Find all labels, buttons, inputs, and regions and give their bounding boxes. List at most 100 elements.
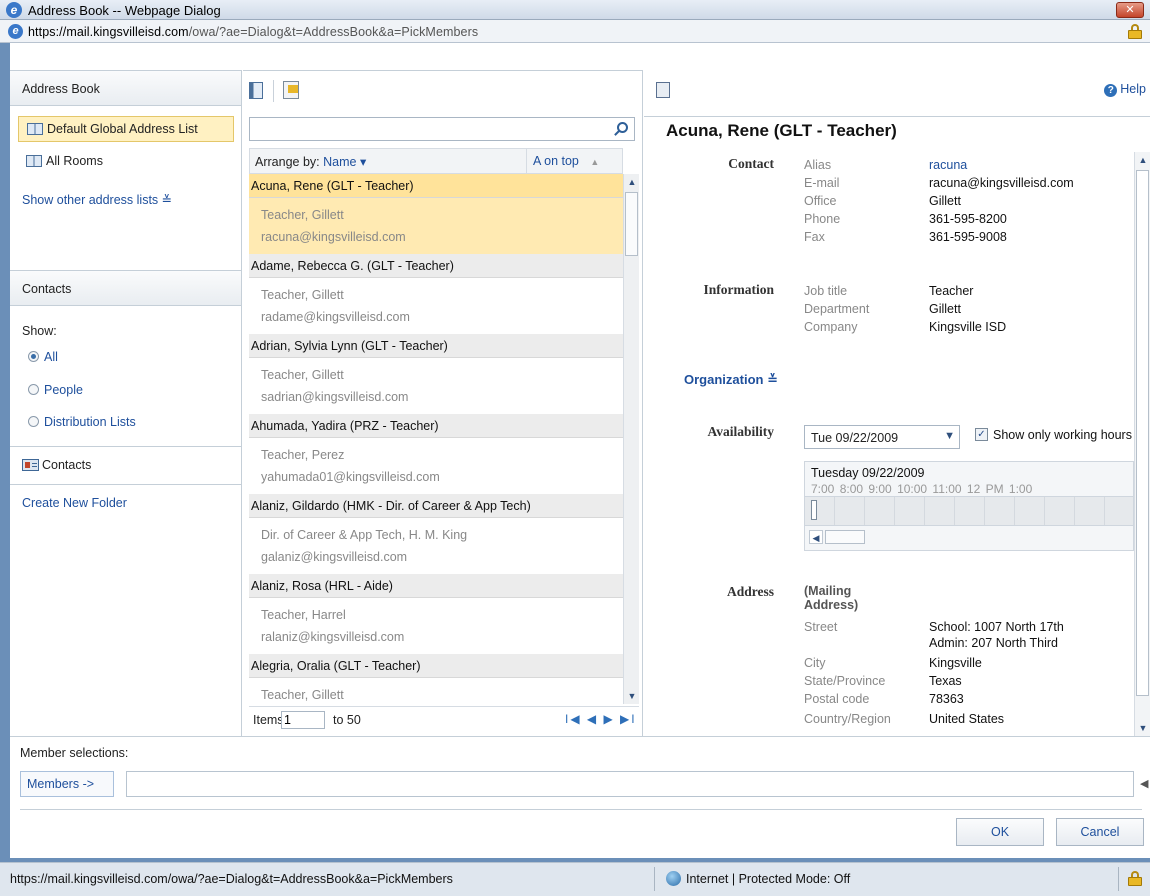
security-lock-icon[interactable] <box>1128 24 1142 39</box>
ie-logo-icon: e <box>6 2 22 18</box>
filter-all-radio[interactable]: All <box>28 350 58 364</box>
time-cursor <box>811 500 817 520</box>
scroll-down-icon[interactable]: ▼ <box>624 688 640 704</box>
cancel-button[interactable]: Cancel <box>1056 818 1144 846</box>
add-to-contacts-icon[interactable] <box>283 81 299 99</box>
members-button[interactable]: Members -> <box>20 771 114 797</box>
url-host: https://mail.kingsvilleisd.com <box>28 25 189 39</box>
availability-date-select[interactable]: Tue 09/22/2009 ▼ <box>804 425 960 449</box>
arrange-by-bar: Arrange by: Name ▾ A on top ▲ <box>249 148 623 174</box>
status-url: https://mail.kingsvilleisd.com/owa/?ae=D… <box>10 872 453 886</box>
entry-email: ralaniz@kingsvilleisd.com <box>261 630 405 644</box>
help-icon: ? <box>1104 84 1118 97</box>
list-item[interactable]: Adrian, Sylvia Lynn (GLT - Teacher) Teac… <box>249 334 623 414</box>
alias-label: Alias <box>804 158 832 172</box>
search-input[interactable] <box>249 117 635 141</box>
alias-value[interactable]: racuna <box>929 158 967 172</box>
list-scrollbar[interactable]: ▲ ▼ <box>623 174 639 704</box>
page-start-input[interactable] <box>281 711 325 729</box>
street-value-1: School: 1007 North 17th <box>929 620 1064 634</box>
availability-section-title: Availability <box>707 424 774 439</box>
entry-details: Teacher, Perez yahumada01@kingsvilleisd.c… <box>249 438 623 494</box>
entry-email: galaniz@kingsvilleisd.com <box>261 550 408 564</box>
divider <box>644 116 1150 117</box>
address-book-icon <box>26 155 42 167</box>
entry-details: Teacher, Gillett radame@kingsvilleisd.com <box>249 278 623 334</box>
list-item[interactable]: Ahumada, Yadira (PRZ - Teacher) Teacher,… <box>249 414 623 494</box>
create-new-folder-link[interactable]: Create New Folder <box>22 496 127 510</box>
filter-people-radio[interactable]: People <box>28 383 83 397</box>
show-other-label: Show other address lists <box>22 193 159 207</box>
pager-navigation-icons[interactable]: I◀ ◀ ▶ ▶I <box>565 712 637 726</box>
contacts-folder[interactable]: Contacts <box>14 453 91 479</box>
list-toolbar <box>243 70 642 116</box>
entry-title: Teacher, Gillett <box>261 368 344 382</box>
office-label: Office <box>804 194 837 208</box>
list-item[interactable]: Adame, Rebecca G. (GLT - Teacher) Teache… <box>249 254 623 334</box>
search-icon[interactable] <box>617 122 628 133</box>
scroll-up-icon[interactable]: ▲ <box>624 174 640 190</box>
scroll-left-icon[interactable]: ◀ <box>809 530 823 544</box>
detail-scrollbar[interactable]: ▲ ▼ <box>1134 152 1150 736</box>
entry-email: yahumada01@kingsvilleisd.com <box>261 470 440 484</box>
sort-order-toggle[interactable]: A on top ▲ <box>526 149 622 173</box>
filter-distribution-lists-radio[interactable]: Distribution Lists <box>28 415 136 429</box>
arrange-by-field-dropdown[interactable]: Name ▾ <box>323 155 366 169</box>
entry-title: Teacher, Harrel <box>261 608 346 622</box>
security-lock-icon[interactable] <box>1128 871 1142 886</box>
state-label: State/Province <box>804 674 886 688</box>
scroll-thumb[interactable] <box>1136 170 1149 696</box>
close-window-button[interactable]: ✕ <box>1116 2 1144 18</box>
member-selection-area: Member selections: Members -> ◀ OK Cance… <box>10 736 1150 858</box>
nav-item-label: All Rooms <box>46 154 103 168</box>
print-icon[interactable] <box>656 82 670 98</box>
fax-value: 361-595-9008 <box>929 230 1007 244</box>
list-item[interactable]: Alaniz, Rosa (HRL - Aide) Teacher, Harre… <box>249 574 623 654</box>
view-details-icon[interactable] <box>249 82 263 99</box>
sort-order-label: A on top <box>533 154 579 168</box>
city-value: Kingsville <box>929 656 982 670</box>
contact-list: Acuna, Rene (GLT - Teacher) Teacher, Gil… <box>249 174 623 704</box>
entry-details: Teacher, Gillett <box>249 678 623 704</box>
email-value: racuna@kingsvilleisd.com <box>929 176 1074 190</box>
contacts-header: Contacts <box>10 270 241 306</box>
information-section-title: Information <box>703 282 775 297</box>
show-other-address-lists-link[interactable]: Show other address lists ≚ <box>22 192 172 207</box>
list-item[interactable]: Acuna, Rene (GLT - Teacher) Teacher, Gil… <box>249 174 623 254</box>
items-to-label: to 50 <box>333 713 361 727</box>
members-input[interactable] <box>126 771 1134 797</box>
nav-all-rooms[interactable]: All Rooms <box>18 149 103 175</box>
entry-title: Teacher, Gillett <box>261 208 344 222</box>
postal-code-label: Postal code <box>804 692 870 706</box>
url-text: https://mail.kingsvilleisd.com/owa/?ae=D… <box>28 25 478 39</box>
entry-title: Teacher, Perez <box>261 448 345 462</box>
scroll-up-icon[interactable]: ▲ <box>1135 152 1150 168</box>
checkbox-checked-icon: ✓ <box>975 428 988 441</box>
scroll-left-icon[interactable]: ◀ <box>1140 777 1148 790</box>
arrange-field-label: Name <box>323 155 357 169</box>
caret-down-icon: ▾ <box>359 155 367 169</box>
radio-label: All <box>44 350 58 364</box>
entry-title: Teacher, Gillett <box>261 688 344 702</box>
list-item[interactable]: Alaniz, Gildardo (HMK - Dir. of Career &… <box>249 494 623 574</box>
organization-expander[interactable]: Organization ≚ <box>684 372 778 388</box>
double-chevron-down-icon: ≚ <box>767 372 778 387</box>
help-link[interactable]: ? Help <box>1104 82 1146 97</box>
address-bar: e https://mail.kingsvilleisd.com/owa/?ae… <box>0 20 1150 43</box>
street-label: Street <box>804 620 838 634</box>
radio-icon <box>28 384 39 395</box>
mailing-address-label: (Mailing Address) <box>804 584 859 612</box>
ok-button[interactable]: OK <box>956 818 1044 846</box>
list-item[interactable]: Alegria, Oralia (GLT - Teacher) Teacher,… <box>249 654 623 704</box>
scroll-thumb[interactable] <box>625 192 638 256</box>
entry-email: radame@kingsvilleisd.com <box>261 310 410 324</box>
free-busy-scrollbar[interactable]: ◀ <box>805 528 1133 546</box>
nav-default-global-address-list[interactable]: Default Global Address List <box>18 116 234 142</box>
scroll-thumb[interactable] <box>825 530 865 544</box>
address-book-icon <box>27 123 43 135</box>
contacts-folder-label: Contacts <box>42 458 92 472</box>
department-value: Gillett <box>929 302 961 316</box>
url-path: /owa/?ae=Dialog&t=AddressBook&a=PickMemb… <box>188 25 479 39</box>
scroll-down-icon[interactable]: ▼ <box>1135 720 1150 736</box>
working-hours-checkbox[interactable]: ✓ Show only working hours <box>975 428 1133 442</box>
